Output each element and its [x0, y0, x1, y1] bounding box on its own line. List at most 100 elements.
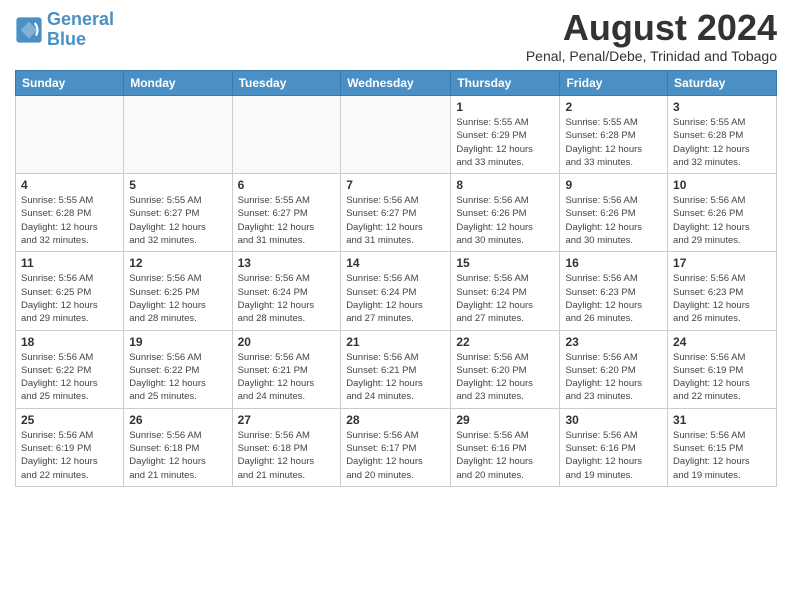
day-number: 28	[346, 413, 445, 427]
day-info: Sunrise: 5:56 AM Sunset: 6:26 PM Dayligh…	[456, 194, 554, 247]
day-number: 4	[21, 178, 118, 192]
day-info: Sunrise: 5:56 AM Sunset: 6:25 PM Dayligh…	[21, 272, 118, 325]
day-number: 2	[565, 100, 662, 114]
calendar-cell	[341, 96, 451, 174]
logo-name2: Blue	[47, 29, 86, 49]
calendar-cell: 11 Sunrise: 5:56 AM Sunset: 6:25 PM Dayli…	[16, 252, 124, 330]
calendar-cell: 29 Sunrise: 5:56 AM Sunset: 6:16 PM Dayli…	[451, 408, 560, 486]
day-number: 29	[456, 413, 554, 427]
calendar-cell: 2 Sunrise: 5:55 AM Sunset: 6:28 PM Daylig…	[560, 96, 668, 174]
day-number: 5	[129, 178, 226, 192]
day-info: Sunrise: 5:56 AM Sunset: 6:21 PM Dayligh…	[238, 351, 336, 404]
day-info: Sunrise: 5:56 AM Sunset: 6:24 PM Dayligh…	[346, 272, 445, 325]
calendar-cell: 14 Sunrise: 5:56 AM Sunset: 6:24 PM Dayli…	[341, 252, 451, 330]
day-number: 14	[346, 256, 445, 270]
calendar-week-row: 25 Sunrise: 5:56 AM Sunset: 6:19 PM Dayli…	[16, 408, 777, 486]
day-number: 8	[456, 178, 554, 192]
calendar-header-row: SundayMondayTuesdayWednesdayThursdayFrid…	[16, 71, 777, 96]
calendar-cell: 28 Sunrise: 5:56 AM Sunset: 6:17 PM Dayli…	[341, 408, 451, 486]
calendar-cell: 25 Sunrise: 5:56 AM Sunset: 6:19 PM Dayli…	[16, 408, 124, 486]
calendar-cell: 6Sunrise: 5:55 AM Sunset: 6:27 PM Daylig…	[232, 174, 341, 252]
calendar-cell: 10 Sunrise: 5:56 AM Sunset: 6:26 PM Dayli…	[668, 174, 777, 252]
calendar-cell: 19 Sunrise: 5:56 AM Sunset: 6:22 PM Dayli…	[124, 330, 232, 408]
page-header: General Blue August 2024 Penal, Penal/De…	[15, 10, 777, 64]
day-info: Sunrise: 5:55 AM Sunset: 6:29 PM Dayligh…	[456, 116, 554, 169]
calendar-cell: 18 Sunrise: 5:56 AM Sunset: 6:22 PM Dayli…	[16, 330, 124, 408]
logo-text: General Blue	[47, 10, 114, 50]
header-wednesday: Wednesday	[341, 71, 451, 96]
day-info: Sunrise: 5:56 AM Sunset: 6:24 PM Dayligh…	[456, 272, 554, 325]
day-info: Sunrise: 5:56 AM Sunset: 6:27 PM Dayligh…	[346, 194, 445, 247]
day-number: 26	[129, 413, 226, 427]
day-number: 31	[673, 413, 771, 427]
calendar-table: SundayMondayTuesdayWednesdayThursdayFrid…	[15, 70, 777, 487]
day-info: Sunrise: 5:56 AM Sunset: 6:18 PM Dayligh…	[129, 429, 226, 482]
calendar-cell	[16, 96, 124, 174]
day-info: Sunrise: 5:56 AM Sunset: 6:26 PM Dayligh…	[673, 194, 771, 247]
day-info: Sunrise: 5:56 AM Sunset: 6:23 PM Dayligh…	[673, 272, 771, 325]
day-number: 22	[456, 335, 554, 349]
calendar-cell: 13Sunrise: 5:56 AM Sunset: 6:24 PM Dayli…	[232, 252, 341, 330]
logo: General Blue	[15, 10, 114, 50]
calendar-week-row: 1 Sunrise: 5:55 AM Sunset: 6:29 PM Daylig…	[16, 96, 777, 174]
location-subtitle: Penal, Penal/Debe, Trinidad and Tobago	[526, 48, 777, 64]
calendar-cell	[232, 96, 341, 174]
calendar-cell: 12 Sunrise: 5:56 AM Sunset: 6:25 PM Dayli…	[124, 252, 232, 330]
calendar-cell: 9Sunrise: 5:56 AM Sunset: 6:26 PM Daylig…	[560, 174, 668, 252]
title-section: August 2024 Penal, Penal/Debe, Trinidad …	[526, 10, 777, 64]
day-number: 18	[21, 335, 118, 349]
day-number: 7	[346, 178, 445, 192]
day-info: Sunrise: 5:56 AM Sunset: 6:18 PM Dayligh…	[238, 429, 336, 482]
day-number: 16	[565, 256, 662, 270]
day-number: 11	[21, 256, 118, 270]
day-number: 23	[565, 335, 662, 349]
calendar-cell: 30Sunrise: 5:56 AM Sunset: 6:16 PM Dayli…	[560, 408, 668, 486]
day-info: Sunrise: 5:56 AM Sunset: 6:25 PM Dayligh…	[129, 272, 226, 325]
calendar-cell: 3 Sunrise: 5:55 AM Sunset: 6:28 PM Daylig…	[668, 96, 777, 174]
day-number: 1	[456, 100, 554, 114]
day-info: Sunrise: 5:55 AM Sunset: 6:27 PM Dayligh…	[129, 194, 226, 247]
calendar-cell: 21Sunrise: 5:56 AM Sunset: 6:21 PM Dayli…	[341, 330, 451, 408]
day-info: Sunrise: 5:56 AM Sunset: 6:22 PM Dayligh…	[21, 351, 118, 404]
day-number: 3	[673, 100, 771, 114]
calendar-cell: 20Sunrise: 5:56 AM Sunset: 6:21 PM Dayli…	[232, 330, 341, 408]
calendar-cell: 26 Sunrise: 5:56 AM Sunset: 6:18 PM Dayli…	[124, 408, 232, 486]
day-number: 25	[21, 413, 118, 427]
calendar-cell: 22Sunrise: 5:56 AM Sunset: 6:20 PM Dayli…	[451, 330, 560, 408]
calendar-cell: 23Sunrise: 5:56 AM Sunset: 6:20 PM Dayli…	[560, 330, 668, 408]
day-number: 10	[673, 178, 771, 192]
calendar-cell	[124, 96, 232, 174]
calendar-cell: 31 Sunrise: 5:56 AM Sunset: 6:15 PM Dayli…	[668, 408, 777, 486]
day-number: 19	[129, 335, 226, 349]
day-info: Sunrise: 5:56 AM Sunset: 6:16 PM Dayligh…	[456, 429, 554, 482]
header-saturday: Saturday	[668, 71, 777, 96]
calendar-week-row: 11 Sunrise: 5:56 AM Sunset: 6:25 PM Dayli…	[16, 252, 777, 330]
day-info: Sunrise: 5:55 AM Sunset: 6:28 PM Dayligh…	[673, 116, 771, 169]
day-info: Sunrise: 5:55 AM Sunset: 6:28 PM Dayligh…	[21, 194, 118, 247]
day-number: 6	[238, 178, 336, 192]
day-info: Sunrise: 5:56 AM Sunset: 6:17 PM Dayligh…	[346, 429, 445, 482]
day-number: 27	[238, 413, 336, 427]
header-sunday: Sunday	[16, 71, 124, 96]
day-info: Sunrise: 5:56 AM Sunset: 6:19 PM Dayligh…	[21, 429, 118, 482]
day-number: 13	[238, 256, 336, 270]
header-friday: Friday	[560, 71, 668, 96]
calendar-cell: 16 Sunrise: 5:56 AM Sunset: 6:23 PM Dayli…	[560, 252, 668, 330]
day-info: Sunrise: 5:56 AM Sunset: 6:21 PM Dayligh…	[346, 351, 445, 404]
calendar-cell: 24Sunrise: 5:56 AM Sunset: 6:19 PM Dayli…	[668, 330, 777, 408]
day-number: 12	[129, 256, 226, 270]
month-year-title: August 2024	[526, 10, 777, 46]
calendar-cell: 17 Sunrise: 5:56 AM Sunset: 6:23 PM Dayli…	[668, 252, 777, 330]
calendar-cell: 15Sunrise: 5:56 AM Sunset: 6:24 PM Dayli…	[451, 252, 560, 330]
day-info: Sunrise: 5:56 AM Sunset: 6:23 PM Dayligh…	[565, 272, 662, 325]
calendar-cell: 7 Sunrise: 5:56 AM Sunset: 6:27 PM Daylig…	[341, 174, 451, 252]
logo-icon	[15, 16, 43, 44]
day-info: Sunrise: 5:55 AM Sunset: 6:28 PM Dayligh…	[565, 116, 662, 169]
day-number: 17	[673, 256, 771, 270]
calendar-week-row: 4 Sunrise: 5:55 AM Sunset: 6:28 PM Daylig…	[16, 174, 777, 252]
day-info: Sunrise: 5:56 AM Sunset: 6:16 PM Dayligh…	[565, 429, 662, 482]
day-info: Sunrise: 5:56 AM Sunset: 6:22 PM Dayligh…	[129, 351, 226, 404]
day-number: 24	[673, 335, 771, 349]
day-info: Sunrise: 5:56 AM Sunset: 6:15 PM Dayligh…	[673, 429, 771, 482]
header-thursday: Thursday	[451, 71, 560, 96]
